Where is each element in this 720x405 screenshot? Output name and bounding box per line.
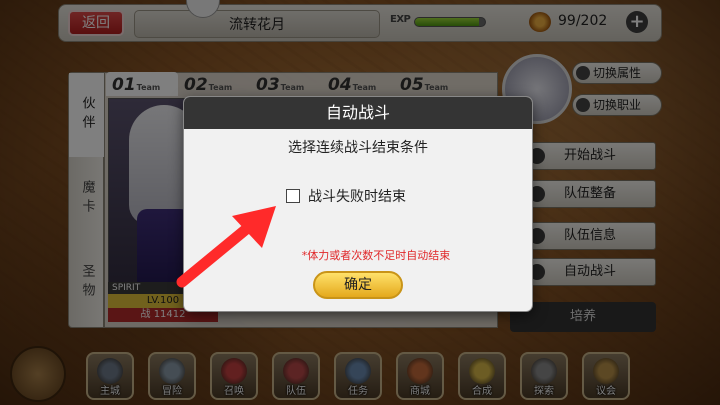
dialog-subtitle: 选择连续战斗结束条件 <box>288 140 428 156</box>
stop-on-fail-option[interactable]: 战斗失败时结束 <box>286 187 406 205</box>
dialog-title: 自动战斗 <box>184 97 532 129</box>
stop-on-fail-checkbox[interactable] <box>286 189 300 203</box>
confirm-button[interactable]: 确定 <box>313 271 403 299</box>
red-arrow-icon <box>176 206 276 288</box>
stop-on-fail-label: 战斗失败时结束 <box>308 189 406 205</box>
